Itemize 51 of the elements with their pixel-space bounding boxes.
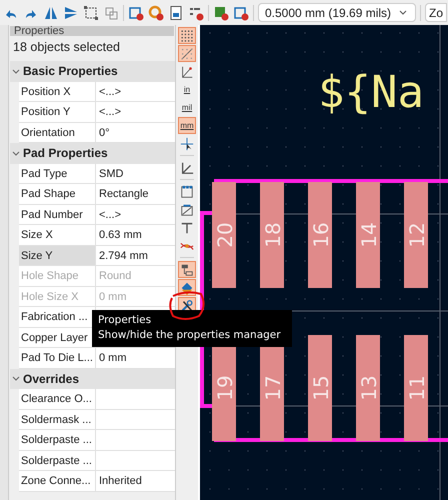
flip-h-icon[interactable] [63,4,79,20]
hierarchy-icon [180,262,194,276]
property-label[interactable]: Clearance O... [19,389,96,408]
group-icon[interactable] [83,4,99,20]
property-label[interactable]: Pad Type [19,164,96,183]
track-icon [180,220,194,234]
section-header[interactable]: Basic Properties [10,61,175,82]
chevron-icon [12,150,20,156]
tooltip-title: Properties [98,313,152,328]
zoom-dropdown[interactable]: Zo [425,3,447,22]
property-label[interactable]: Solderpaste ... [19,430,96,450]
caret-icon [399,10,407,15]
grid-overlay-icon [180,46,194,60]
angle-icon [180,160,194,174]
panel-title: Properties [10,26,174,36]
property-label[interactable]: Orientation [19,122,96,142]
grid-icon [180,28,194,42]
fab-icon [180,202,194,216]
property-label[interactable]: Soldermask ... [19,410,96,429]
grid-button[interactable] [178,27,196,44]
grid-dropdown[interactable]: 0.5000 mm (19.69 mils) [258,3,416,22]
selection-summary: 18 objects selected [12,39,122,56]
property-label[interactable]: Solderpaste ... [19,450,96,470]
board-up-icon[interactable] [233,4,249,20]
zone-gear-icon[interactable] [148,4,164,20]
layers-icon [180,280,194,294]
chevron-icon [12,376,20,382]
property-label[interactable]: Pad Number [19,204,96,224]
unit-button[interactable]: mil [178,99,196,116]
property-label[interactable]: Zone Conne... [19,471,96,490]
reference-text: ${Na [318,67,424,118]
section-header[interactable]: Pad Properties [10,143,175,164]
property-label[interactable]: Size X [19,225,96,244]
board-down-icon[interactable] [213,4,229,20]
property-label[interactable]: Pad Shape [19,184,96,204]
chevron-icon [12,68,20,74]
property-label[interactable]: Pad To Die L... [19,348,96,368]
section-header[interactable]: Overrides [10,368,175,389]
flip-v-icon[interactable] [43,4,59,20]
polar-icon [180,64,194,78]
cursor-icon [180,136,194,150]
property-label[interactable]: Position X [19,82,96,101]
board-gear-icon[interactable] [128,4,144,20]
hierarchy-button[interactable] [178,261,196,278]
unit-button[interactable]: mm [178,117,196,134]
pads-icon [180,184,194,198]
report-icon[interactable] [168,4,184,20]
property-label[interactable]: Position Y [19,102,96,122]
property-label[interactable]: Size Y [19,246,96,265]
unit-button[interactable]: in [178,81,196,98]
cursor-button[interactable] [178,135,196,152]
